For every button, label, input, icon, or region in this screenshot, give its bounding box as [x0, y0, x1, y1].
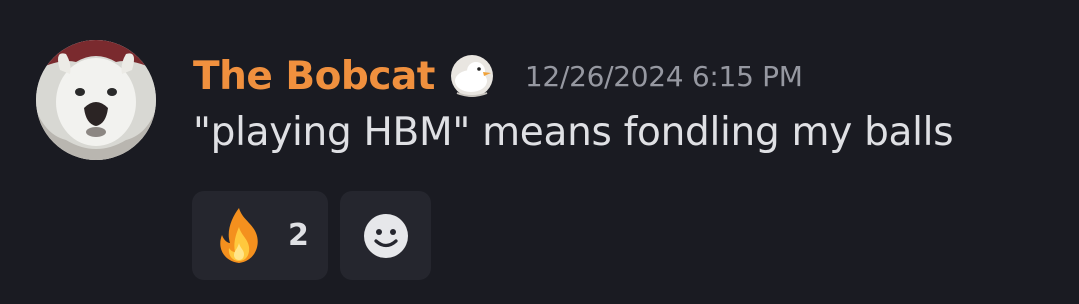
- add-reaction-button[interactable]: [340, 191, 431, 280]
- message-content: "playing HBM" means fondling my balls: [193, 110, 954, 155]
- fire-emoji-icon: [220, 207, 258, 263]
- reactions-bar: 2: [192, 191, 431, 280]
- message-header: The Bobcat 12/26/2024 6:15 PM: [193, 48, 803, 104]
- smiley-add-reaction-icon: [363, 213, 408, 258]
- reaction-count: 2: [288, 218, 309, 253]
- duck-badge-icon[interactable]: [449, 53, 495, 99]
- reaction-fire[interactable]: 2: [192, 191, 328, 280]
- username[interactable]: The Bobcat: [193, 54, 435, 99]
- chat-message: The Bobcat 12/26/2024 6:15 PM "playing H…: [0, 0, 1079, 304]
- avatar[interactable]: [36, 40, 156, 160]
- timestamp: 12/26/2024 6:15 PM: [524, 59, 803, 93]
- llama-avatar-icon: [36, 40, 156, 160]
